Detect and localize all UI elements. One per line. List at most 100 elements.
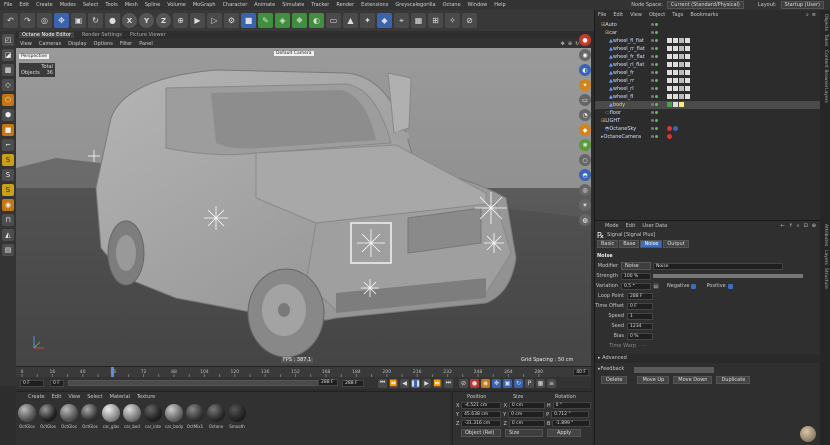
snap-icon[interactable]: ⌖ xyxy=(394,13,409,28)
next-key-icon[interactable]: ⏩ xyxy=(433,378,442,388)
tree-row-octanecamera[interactable]: ▸ OctaneCamera xyxy=(595,133,820,141)
time-offset-field[interactable]: 0 F xyxy=(627,302,653,310)
obj-menu-bookmarks[interactable]: Bookmarks xyxy=(690,12,718,18)
phong-tag-icon[interactable] xyxy=(667,69,691,77)
duplicate-button[interactable]: Duplicate xyxy=(716,376,751,384)
points-mode-icon[interactable]: ⬡ xyxy=(2,94,14,106)
coord-size-dropdown[interactable]: Size xyxy=(505,429,543,437)
signal-tag-icon[interactable] xyxy=(667,101,685,109)
phong-tag-icon[interactable] xyxy=(667,61,691,69)
advanced-section[interactable]: ▸ Advanced xyxy=(595,354,820,363)
material-swatch[interactable]: car_bod xyxy=(123,404,141,429)
tab-base[interactable]: Base xyxy=(619,240,640,248)
cloner-icon[interactable]: ❖ xyxy=(292,13,307,28)
viewport-menu-cameras[interactable]: Cameras xyxy=(39,41,61,47)
tree-row-octanesky[interactable]: ◓ OctaneSky xyxy=(595,125,820,133)
node-space-dropdown[interactable]: Current (Standard/Physical) xyxy=(666,1,744,9)
snap-settings-icon[interactable]: ◉ xyxy=(2,199,14,211)
deformer-icon[interactable]: ◐ xyxy=(309,13,324,28)
material-swatch[interactable]: OctMix1 xyxy=(186,404,204,429)
prev-key-icon[interactable]: ⏪ xyxy=(389,378,398,388)
positive-checkbox[interactable] xyxy=(727,283,733,289)
move-tool-icon[interactable]: ✥ xyxy=(54,13,69,28)
phong-tag-icon[interactable] xyxy=(667,45,691,53)
tree-row-auto[interactable]: ⊞ Auto xyxy=(595,21,820,29)
attr-search-icon[interactable]: ⌕ xyxy=(797,223,800,229)
model-mode-icon[interactable]: ◪ xyxy=(2,49,14,61)
back-arrow-icon[interactable]: ← xyxy=(780,223,784,229)
side-tab-structure[interactable]: Structure xyxy=(823,268,828,289)
variation-dice-icon[interactable]: ⚀ xyxy=(653,283,659,289)
size-z-field[interactable]: 0 cm xyxy=(508,420,545,427)
octane-env-tag-icon[interactable] xyxy=(667,125,679,133)
edges-mode-icon[interactable]: ⬢ xyxy=(2,109,14,121)
tab-basic[interactable]: Basic xyxy=(597,240,619,248)
side-tab-attributes[interactable]: Attributes xyxy=(823,224,828,246)
grid-icon[interactable]: ⊞ xyxy=(428,13,443,28)
mat-menu-texture[interactable]: Texture xyxy=(137,394,155,401)
workplane-icon[interactable]: ▦ xyxy=(411,13,426,28)
rot-b-field[interactable]: -1.899 ° xyxy=(552,420,591,427)
material-swatch[interactable]: OctGlos xyxy=(18,404,36,429)
y-axis-lock-button[interactable]: Y xyxy=(139,13,154,28)
obj-search-icon[interactable]: ⌕ xyxy=(806,12,809,18)
uv-mode-icon[interactable]: ⌐ xyxy=(2,139,14,151)
pen-icon[interactable]: ✎ xyxy=(258,13,273,28)
up-arrow-icon[interactable]: ↑ xyxy=(789,223,793,229)
obj-menu-object[interactable]: Object xyxy=(649,12,665,18)
material-swatch[interactable]: car_body xyxy=(165,404,183,429)
obj-filter-icon[interactable]: ≡ xyxy=(812,12,816,18)
prev-frame-icon[interactable]: ◀ xyxy=(400,378,409,388)
material-swatch[interactable]: car_glas xyxy=(102,404,120,429)
menu-select[interactable]: Select xyxy=(83,2,98,8)
move-down-button[interactable]: Move Down xyxy=(673,376,713,384)
strength-field[interactable]: 100 % xyxy=(621,272,651,280)
side-tab-content-browser[interactable]: Content Browser xyxy=(823,50,828,88)
z-axis-lock-button[interactable]: Z xyxy=(156,13,171,28)
render-picture-viewer-icon[interactable]: ▷ xyxy=(207,13,222,28)
menu-extensions[interactable]: Extensions xyxy=(361,2,388,8)
feedback-bar[interactable] xyxy=(634,366,715,373)
tree-row-wheel[interactable]: ▲ wheel_rl xyxy=(595,85,820,93)
side-tab-objects[interactable]: Objects xyxy=(823,14,828,31)
preview-end-field[interactable]: 288 F xyxy=(318,379,338,386)
octane-live-viewer-icon[interactable]: ● xyxy=(579,34,591,46)
tree-row-car[interactable]: ⊞ car xyxy=(595,29,820,37)
obj-menu-file[interactable]: File xyxy=(598,12,606,18)
viewport-menu-options[interactable]: Options xyxy=(94,41,113,47)
move-up-button[interactable]: Move Up xyxy=(637,376,670,384)
attr-menu-user-data[interactable]: User Data xyxy=(642,223,667,229)
pos-z-field[interactable]: -31.316 cm xyxy=(461,420,502,427)
tweak-mode-icon[interactable]: S xyxy=(2,169,14,181)
size-x-field[interactable]: 0 cm xyxy=(508,402,545,409)
menu-greyscalegorilla[interactable]: Greyscalegorilla xyxy=(395,2,435,8)
menu-edit[interactable]: Edit xyxy=(19,2,29,8)
tree-row-wheel[interactable]: ▲ wheel_rr xyxy=(595,77,820,85)
menu-mograph[interactable]: MoGraph xyxy=(193,2,216,8)
undo-icon[interactable]: ↶ xyxy=(3,13,18,28)
tab-octane-node-editor[interactable]: Octane Node Editor xyxy=(19,32,74,38)
octane-fog-icon[interactable]: ◎ xyxy=(579,184,591,196)
menu-spline[interactable]: Spline xyxy=(145,2,160,8)
quantize-icon[interactable]: ⊓ xyxy=(2,214,14,226)
tab-output[interactable]: Output xyxy=(663,240,689,248)
octane-settings-icon[interactable]: ◉ xyxy=(579,49,591,61)
workplane-mode-icon[interactable]: ◇ xyxy=(2,79,14,91)
octane-hdri-icon[interactable]: ◔ xyxy=(579,109,591,121)
viewport-camera-label[interactable]: Default Camera xyxy=(274,51,314,56)
coord-mode-dropdown[interactable]: Object (Rel) xyxy=(461,429,501,437)
obj-menu-edit[interactable]: Edit xyxy=(613,12,623,18)
rotation-key-icon[interactable]: ↻ xyxy=(514,378,523,388)
side-tab-takes[interactable]: Takes xyxy=(823,34,828,46)
mat-menu-edit[interactable]: Edit xyxy=(52,394,62,401)
octane-scatter-icon[interactable]: ❋ xyxy=(579,139,591,151)
material-swatch[interactable]: OctGlos xyxy=(60,404,78,429)
preview-range-slider[interactable]: 288 F xyxy=(68,379,338,386)
record-key-icon[interactable]: ⊘ xyxy=(459,378,468,388)
viewport-nav-zoom-icon[interactable]: ⊕ xyxy=(568,41,572,47)
scale-tool-icon[interactable]: ▣ xyxy=(71,13,86,28)
material-swatch[interactable]: Smooth xyxy=(228,404,246,429)
octane-sky-icon[interactable]: ○ xyxy=(579,154,591,166)
menu-octane[interactable]: Octane xyxy=(443,2,461,8)
autokey-icon[interactable]: ● xyxy=(470,378,479,388)
